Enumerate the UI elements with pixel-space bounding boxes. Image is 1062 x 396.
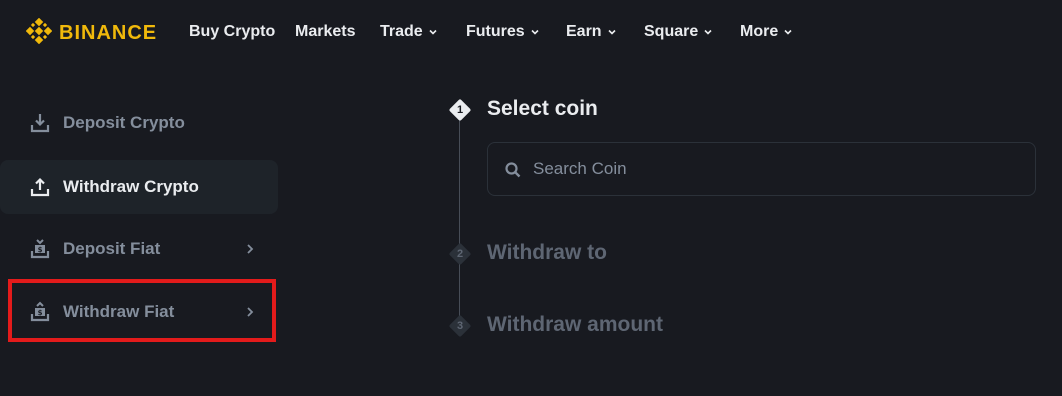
chevron-down-icon: [530, 27, 540, 37]
nav-label: Square: [644, 23, 699, 40]
search-coin-input[interactable]: [533, 155, 1013, 183]
step-number: 1: [456, 104, 464, 116]
chevron-down-icon: [783, 27, 793, 37]
sidebar-item-label: Withdraw Fiat: [63, 302, 175, 321]
nav-buy-crypto[interactable]: Buy Crypto: [189, 23, 275, 41]
sidebar-item-withdraw-fiat[interactable]: $ Withdraw Fiat: [0, 285, 278, 339]
upload-icon: [29, 176, 51, 198]
chevron-down-icon: [607, 27, 617, 37]
chevron-right-icon: [244, 306, 256, 318]
deposit-fiat-icon: $: [29, 238, 51, 260]
svg-text:$: $: [38, 309, 43, 317]
nav-label: Futures: [466, 23, 525, 40]
nav-label: Markets: [295, 23, 356, 40]
step-marker-1: 1: [448, 98, 472, 122]
nav-label: Trade: [380, 23, 423, 40]
sidebar-item-withdraw-crypto[interactable]: Withdraw Crypto: [0, 160, 278, 214]
step-marker-3: 3: [448, 314, 472, 338]
nav-trade[interactable]: Trade: [380, 23, 438, 41]
search-coin-box[interactable]: [487, 142, 1036, 196]
chevron-right-icon: [244, 243, 256, 255]
sidebar-item-label: Deposit Fiat: [63, 239, 161, 258]
sidebar-item-label: Withdraw Crypto: [63, 177, 199, 196]
step-title-withdraw-to: Withdraw to: [487, 241, 607, 264]
binance-logo-icon: [25, 17, 53, 49]
step-number: 2: [456, 248, 464, 260]
top-nav: BINANCE Buy Crypto Markets Trade Futures…: [0, 0, 1062, 66]
sidebar-item-deposit-crypto[interactable]: Deposit Crypto: [0, 96, 278, 150]
brand-name: BINANCE: [59, 21, 158, 44]
sidebar-item-deposit-fiat[interactable]: $ Deposit Fiat: [0, 222, 278, 276]
chevron-down-icon: [703, 27, 713, 37]
step-title-withdraw-amount: Withdraw amount: [487, 313, 663, 336]
nav-futures[interactable]: Futures: [466, 23, 540, 41]
step-number: 3: [456, 320, 464, 332]
sidebar-item-label: Deposit Crypto: [63, 113, 185, 132]
step-title-select-coin: Select coin: [487, 97, 598, 120]
nav-label: Earn: [566, 23, 602, 40]
nav-earn[interactable]: Earn: [566, 23, 617, 41]
svg-text:$: $: [38, 246, 43, 254]
chevron-down-icon: [428, 27, 438, 37]
nav-label: Buy Crypto: [189, 23, 276, 40]
search-icon: [504, 161, 522, 179]
nav-square[interactable]: Square: [644, 23, 713, 41]
download-icon: [29, 112, 51, 134]
binance-logo[interactable]: BINANCE: [25, 17, 158, 49]
withdraw-fiat-icon: $: [29, 301, 51, 323]
nav-more[interactable]: More: [740, 23, 793, 41]
step-marker-2: 2: [448, 242, 472, 266]
step-connector-line: [459, 118, 460, 328]
nav-label: More: [740, 23, 779, 40]
nav-markets[interactable]: Markets: [295, 23, 355, 41]
